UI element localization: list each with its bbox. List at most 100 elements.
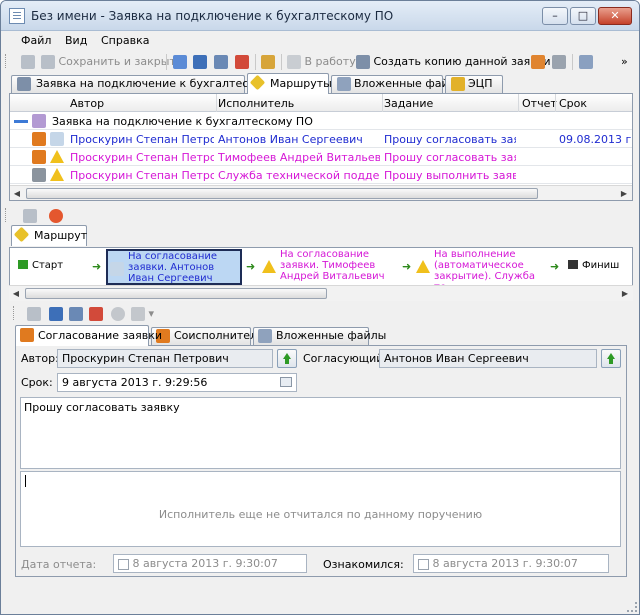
print-button[interactable] bbox=[214, 54, 228, 70]
task-gear-button[interactable]: ▾ bbox=[131, 306, 154, 322]
copy-icon bbox=[356, 55, 370, 69]
menu-help[interactable]: Справка bbox=[101, 34, 149, 47]
table-row[interactable]: Проскурин Степан Петрович Антонов Иван С… bbox=[10, 130, 632, 148]
task-text[interactable]: Прошу согласовать заявку bbox=[20, 397, 621, 469]
route-save-button[interactable] bbox=[23, 208, 37, 224]
tab-task-files[interactable]: Вложенные файлы bbox=[253, 327, 386, 345]
printer-icon bbox=[214, 55, 228, 69]
task-toolbar: ▾ bbox=[1, 303, 639, 325]
scroll-left-icon[interactable]: ◀ bbox=[11, 188, 23, 199]
approver-label: Согласующий: bbox=[303, 352, 388, 365]
window-title: Без имени - Заявка на подключение к бухг… bbox=[31, 9, 394, 23]
tab-request[interactable]: Заявка на подключение к бухгалтескому ПО bbox=[11, 75, 297, 93]
arrow-icon: ➜ bbox=[246, 260, 256, 273]
cancel-button[interactable] bbox=[531, 54, 545, 70]
copy-request-label: Создать копию данной заявки bbox=[373, 55, 551, 68]
tab-coexecutors[interactable]: Соисполнители bbox=[151, 327, 264, 345]
top-tabs: Заявка на подключение к бухгалтескому ПО… bbox=[1, 73, 639, 94]
report-area[interactable]: Исполнитель еще не отчитался по данному … bbox=[20, 471, 621, 547]
save-close-button[interactable]: Сохранить и закрыть bbox=[41, 54, 182, 70]
tab-signature[interactable]: ЭЦП bbox=[445, 75, 503, 93]
route-tabs: Маршрут bbox=[1, 225, 639, 246]
route-start[interactable]: Старт bbox=[16, 260, 63, 274]
col-due[interactable]: Срок bbox=[559, 97, 587, 110]
task-sign-button[interactable] bbox=[49, 306, 63, 322]
pen-icon bbox=[49, 307, 63, 321]
author-field[interactable]: Проскурин Степан Петрович bbox=[57, 349, 273, 368]
col-executor[interactable]: Исполнитель bbox=[218, 97, 294, 110]
menu-view[interactable]: Вид bbox=[65, 34, 87, 47]
refresh-button[interactable] bbox=[552, 54, 566, 70]
minimize-button[interactable]: – bbox=[542, 7, 568, 25]
copy-request-button[interactable]: Создать копию данной заявки bbox=[356, 54, 551, 70]
report-date-checkbox bbox=[118, 558, 129, 570]
group-row[interactable]: Заявка на подключение к бухгалтескому ПО bbox=[10, 112, 632, 130]
route-finish[interactable]: Финиш bbox=[566, 260, 619, 274]
in-work-icon bbox=[287, 55, 301, 69]
row-executor: Антонов Иван Сергеевич bbox=[218, 133, 363, 146]
menu-file[interactable]: Файл bbox=[21, 34, 51, 47]
toolbar-overflow[interactable]: » bbox=[621, 54, 628, 70]
route-group-icon bbox=[32, 114, 46, 128]
scroll-right-icon[interactable]: ▶ bbox=[619, 288, 631, 299]
scroll-thumb[interactable] bbox=[25, 288, 327, 299]
calendar-icon bbox=[173, 55, 187, 69]
close-button[interactable]: ✕ bbox=[598, 7, 632, 25]
due-label: Срок: bbox=[21, 376, 53, 389]
scroll-left-icon[interactable]: ◀ bbox=[10, 288, 22, 299]
row-task: Прошу согласовать заявку bbox=[384, 133, 516, 146]
author-up-button[interactable] bbox=[277, 349, 297, 368]
table-row[interactable]: Проскурин Степан Петрович Тимофеев Андре… bbox=[10, 148, 632, 166]
calendar-icon[interactable] bbox=[280, 377, 292, 387]
grid-hscrollbar[interactable]: ◀ ▶ bbox=[10, 185, 632, 200]
person-icon bbox=[32, 132, 46, 146]
tab-approval[interactable]: Согласование заявки bbox=[15, 325, 162, 346]
col-report[interactable]: Отчет bbox=[522, 97, 557, 110]
floppy-icon bbox=[27, 307, 41, 321]
pdf-button[interactable] bbox=[235, 54, 249, 70]
floppy-icon bbox=[23, 209, 37, 223]
acquainted-value: 8 августа 2013 г. 9:30:07 bbox=[432, 557, 578, 570]
toolbar-separator bbox=[255, 54, 256, 70]
route-step-3[interactable]: На выполнение (автоматическое закрытие).… bbox=[414, 249, 546, 285]
settings-icon bbox=[579, 55, 593, 69]
tab-routes[interactable]: Маршруты bbox=[247, 73, 332, 94]
scroll-right-icon[interactable]: ▶ bbox=[618, 188, 630, 199]
approver-up-button[interactable] bbox=[601, 349, 621, 368]
edit-button[interactable] bbox=[261, 54, 275, 70]
route-hscrollbar[interactable]: ◀ ▶ bbox=[9, 285, 633, 301]
route-step-2[interactable]: На согласование заявки. Тимофеев Андрей … bbox=[260, 249, 398, 285]
task-pdf-button[interactable] bbox=[89, 306, 103, 322]
row-author: Проскурин Степан Петрович bbox=[70, 169, 214, 182]
acquainted-checkbox bbox=[418, 558, 429, 570]
route-step-1[interactable]: На согласование заявки. Антонов Иван Сер… bbox=[106, 249, 242, 285]
task-print-button[interactable] bbox=[69, 306, 83, 322]
task-stop-button[interactable] bbox=[111, 306, 125, 322]
resize-grip-icon[interactable] bbox=[627, 602, 637, 612]
acquainted-field: 8 августа 2013 г. 9:30:07 bbox=[413, 554, 609, 573]
col-author[interactable]: Автор bbox=[70, 97, 104, 110]
route-step-1-label: На согласование заявки. Антонов Иван Сер… bbox=[128, 251, 218, 284]
tab-attached-files[interactable]: Вложенные файлы bbox=[331, 75, 464, 93]
collapse-icon[interactable] bbox=[14, 120, 28, 123]
sign-button[interactable] bbox=[193, 54, 207, 70]
maximize-button[interactable]: □ bbox=[570, 7, 596, 25]
route-preview-button[interactable] bbox=[49, 208, 63, 224]
scroll-thumb[interactable] bbox=[26, 188, 538, 199]
save-button[interactable] bbox=[21, 54, 35, 70]
row-task: Прошу выполнить заявку bbox=[384, 169, 516, 182]
row-due: 09.08.2013 г. 9:29:56 bbox=[559, 133, 632, 146]
due-date-field[interactable]: 9 августа 2013 г. 9:29:56 bbox=[57, 373, 297, 392]
approver-field[interactable]: Антонов Иван Сергеевич bbox=[379, 349, 597, 368]
grip-icon bbox=[5, 208, 8, 224]
in-work-button[interactable]: В работу bbox=[287, 54, 356, 70]
row-executor: Служба технической поддержки bbox=[218, 169, 380, 182]
task-save-button[interactable] bbox=[27, 306, 41, 322]
col-task[interactable]: Задание bbox=[384, 97, 433, 110]
table-row[interactable]: Проскурин Степан Петрович Служба техниче… bbox=[10, 166, 632, 184]
menu-bar: Файл Вид Справка bbox=[1, 31, 639, 51]
refresh-icon bbox=[552, 55, 566, 69]
calendar-button[interactable] bbox=[173, 54, 187, 70]
settings-button[interactable] bbox=[579, 54, 593, 70]
tab-route[interactable]: Маршрут bbox=[11, 225, 87, 246]
